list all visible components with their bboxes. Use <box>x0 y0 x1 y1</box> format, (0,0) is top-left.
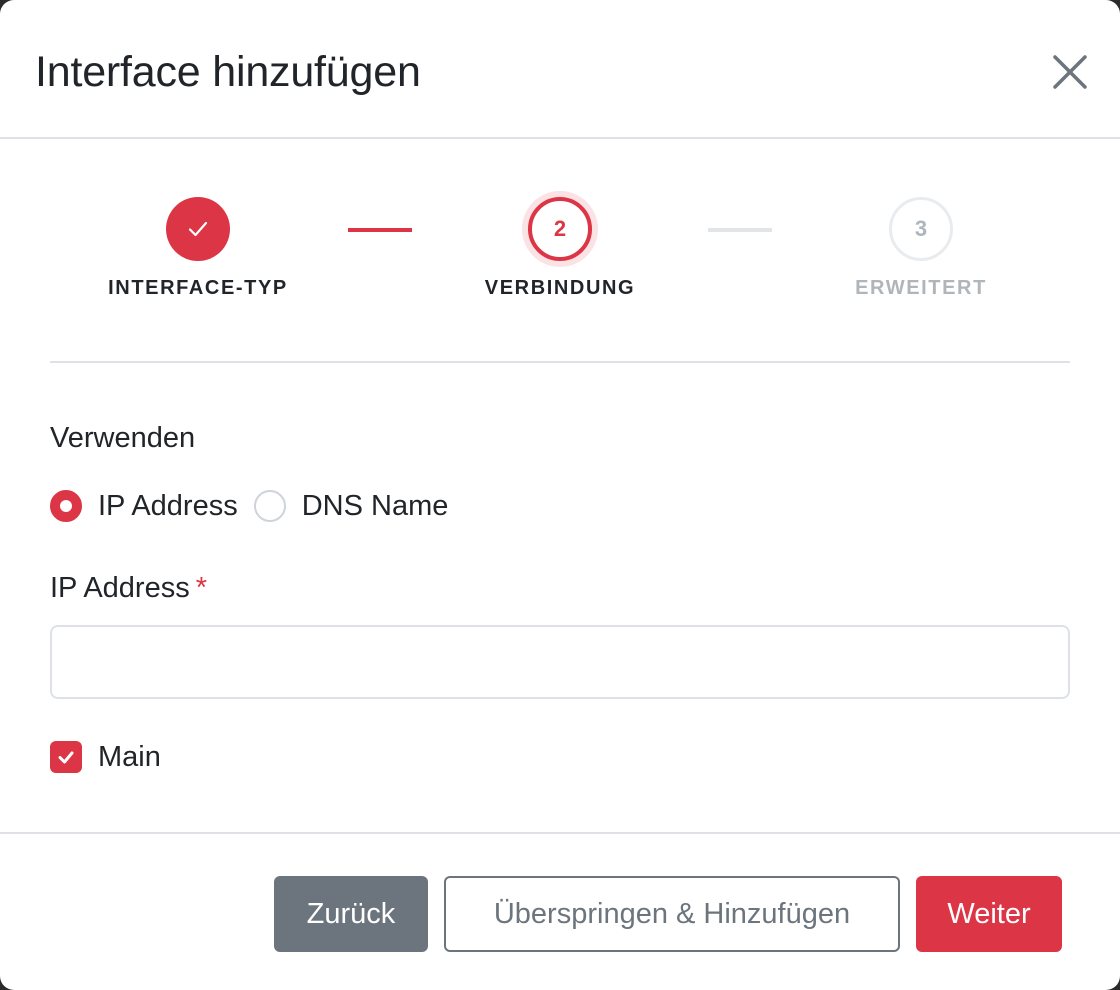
radio-indicator[interactable] <box>253 490 286 522</box>
check-icon <box>188 221 208 237</box>
ip-address-input[interactable] <box>50 625 1070 699</box>
modal-header: Interface hinzufügen <box>0 0 1120 139</box>
step-label: ERWEITERT <box>855 277 987 299</box>
use-label: Verwenden <box>50 422 196 454</box>
address-type-radio-group: IP Address DNS Name <box>50 486 464 526</box>
check-icon <box>58 751 74 764</box>
radio-label: DNS Name <box>301 489 449 522</box>
modal-title: Interface hinzufügen <box>35 48 421 96</box>
back-button[interactable]: Zurück <box>274 876 428 952</box>
next-button[interactable]: Weiter <box>916 876 1062 952</box>
skip-and-add-button[interactable]: Überspringen & Hinzufügen <box>444 876 900 952</box>
radio-dns-name[interactable]: DNS Name <box>253 489 449 523</box>
checkbox-label: Main <box>98 740 161 773</box>
checkbox-indicator[interactable] <box>50 741 82 773</box>
modal-footer: Zurück Überspringen & Hinzufügen Weiter <box>0 832 1120 990</box>
step-number: 3 <box>889 197 953 261</box>
step-number: 2 <box>528 197 592 261</box>
step-connector <box>348 228 412 232</box>
step-complete-circle <box>166 197 230 261</box>
required-marker: * <box>195 572 208 604</box>
step-connector <box>708 228 772 232</box>
radio-indicator[interactable] <box>50 490 82 522</box>
ip-address-label: IP Address * <box>50 572 207 605</box>
radio-label: IP Address <box>98 489 238 522</box>
section-divider <box>50 361 1070 363</box>
wizard-stepper: INTERFACE-TYP 2 VERBINDUNG 3 ERWEITERT <box>0 195 1120 315</box>
close-button[interactable] <box>1046 48 1094 96</box>
radio-ip-address[interactable]: IP Address <box>50 490 238 523</box>
add-interface-modal: Interface hinzufügen INTERFACE-TYP 2 VER… <box>0 0 1120 990</box>
step-label: INTERFACE-TYP <box>108 277 288 299</box>
step-label: VERBINDUNG <box>484 277 636 299</box>
close-icon <box>1053 55 1087 89</box>
ip-address-label-text: IP Address <box>50 572 190 604</box>
main-checkbox[interactable]: Main <box>50 739 161 775</box>
